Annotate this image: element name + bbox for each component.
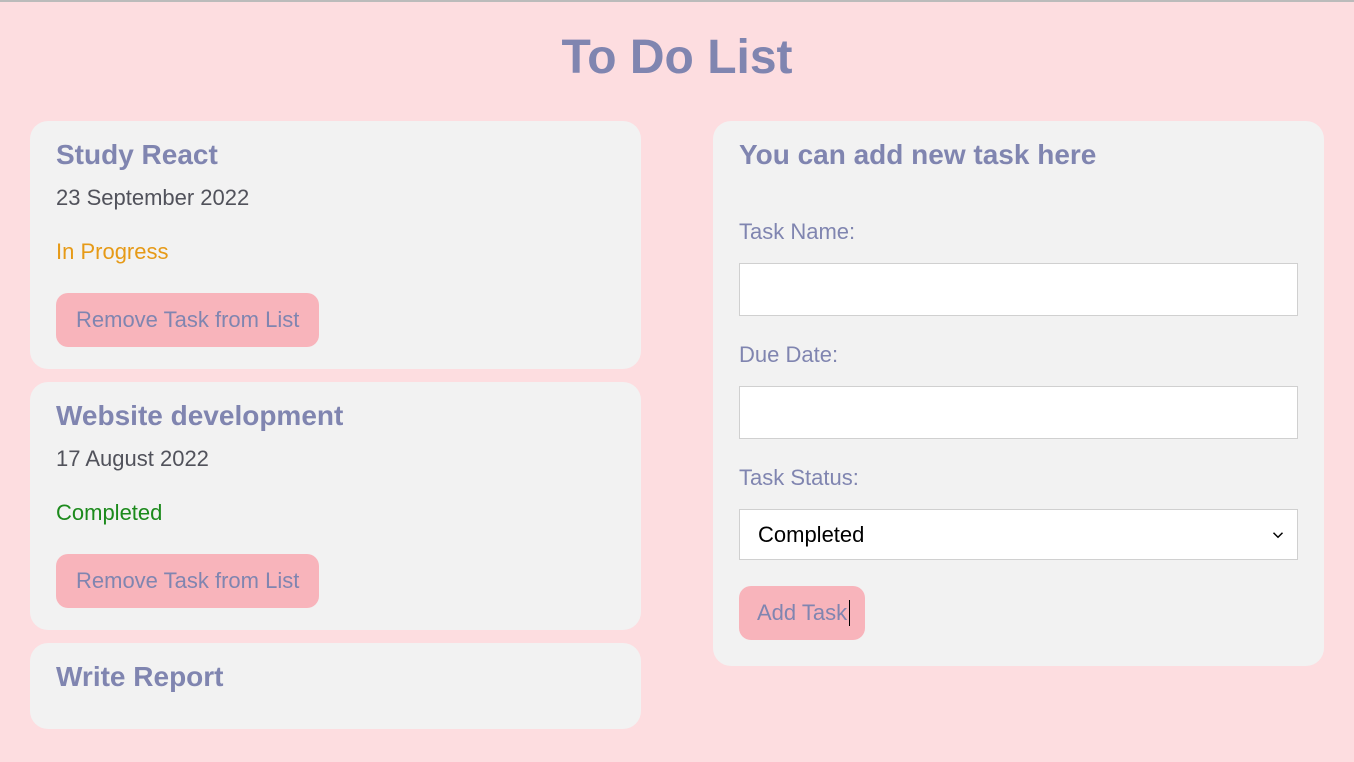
add-task-button[interactable]: Add Task (739, 586, 865, 640)
task-status: Completed (56, 500, 615, 526)
task-card: Study React 23 September 2022 In Progres… (30, 121, 641, 369)
task-card: Website development 17 August 2022 Compl… (30, 382, 641, 630)
remove-task-button[interactable]: Remove Task from List (56, 293, 319, 347)
task-name-label: Task Name: (739, 219, 1298, 245)
task-date: 23 September 2022 (56, 185, 615, 211)
task-status-label: Task Status: (739, 465, 1298, 491)
task-card: Write Report (30, 643, 641, 729)
form-title: You can add new task here (739, 139, 1298, 171)
due-date-label: Due Date: (739, 342, 1298, 368)
task-status-select[interactable]: Completed (739, 509, 1298, 560)
remove-task-button[interactable]: Remove Task from List (56, 554, 319, 608)
task-date: 17 August 2022 (56, 446, 615, 472)
add-task-form-card: You can add new task here Task Name: Due… (713, 121, 1324, 666)
task-name: Study React (56, 139, 615, 171)
task-name-input[interactable] (739, 263, 1298, 316)
tasks-column: Study React 23 September 2022 In Progres… (30, 121, 641, 742)
task-name: Write Report (56, 661, 615, 693)
form-column: You can add new task here Task Name: Due… (713, 121, 1324, 742)
page-title: To Do List (0, 2, 1354, 121)
task-name: Website development (56, 400, 615, 432)
due-date-input[interactable] (739, 386, 1298, 439)
task-status: In Progress (56, 239, 615, 265)
